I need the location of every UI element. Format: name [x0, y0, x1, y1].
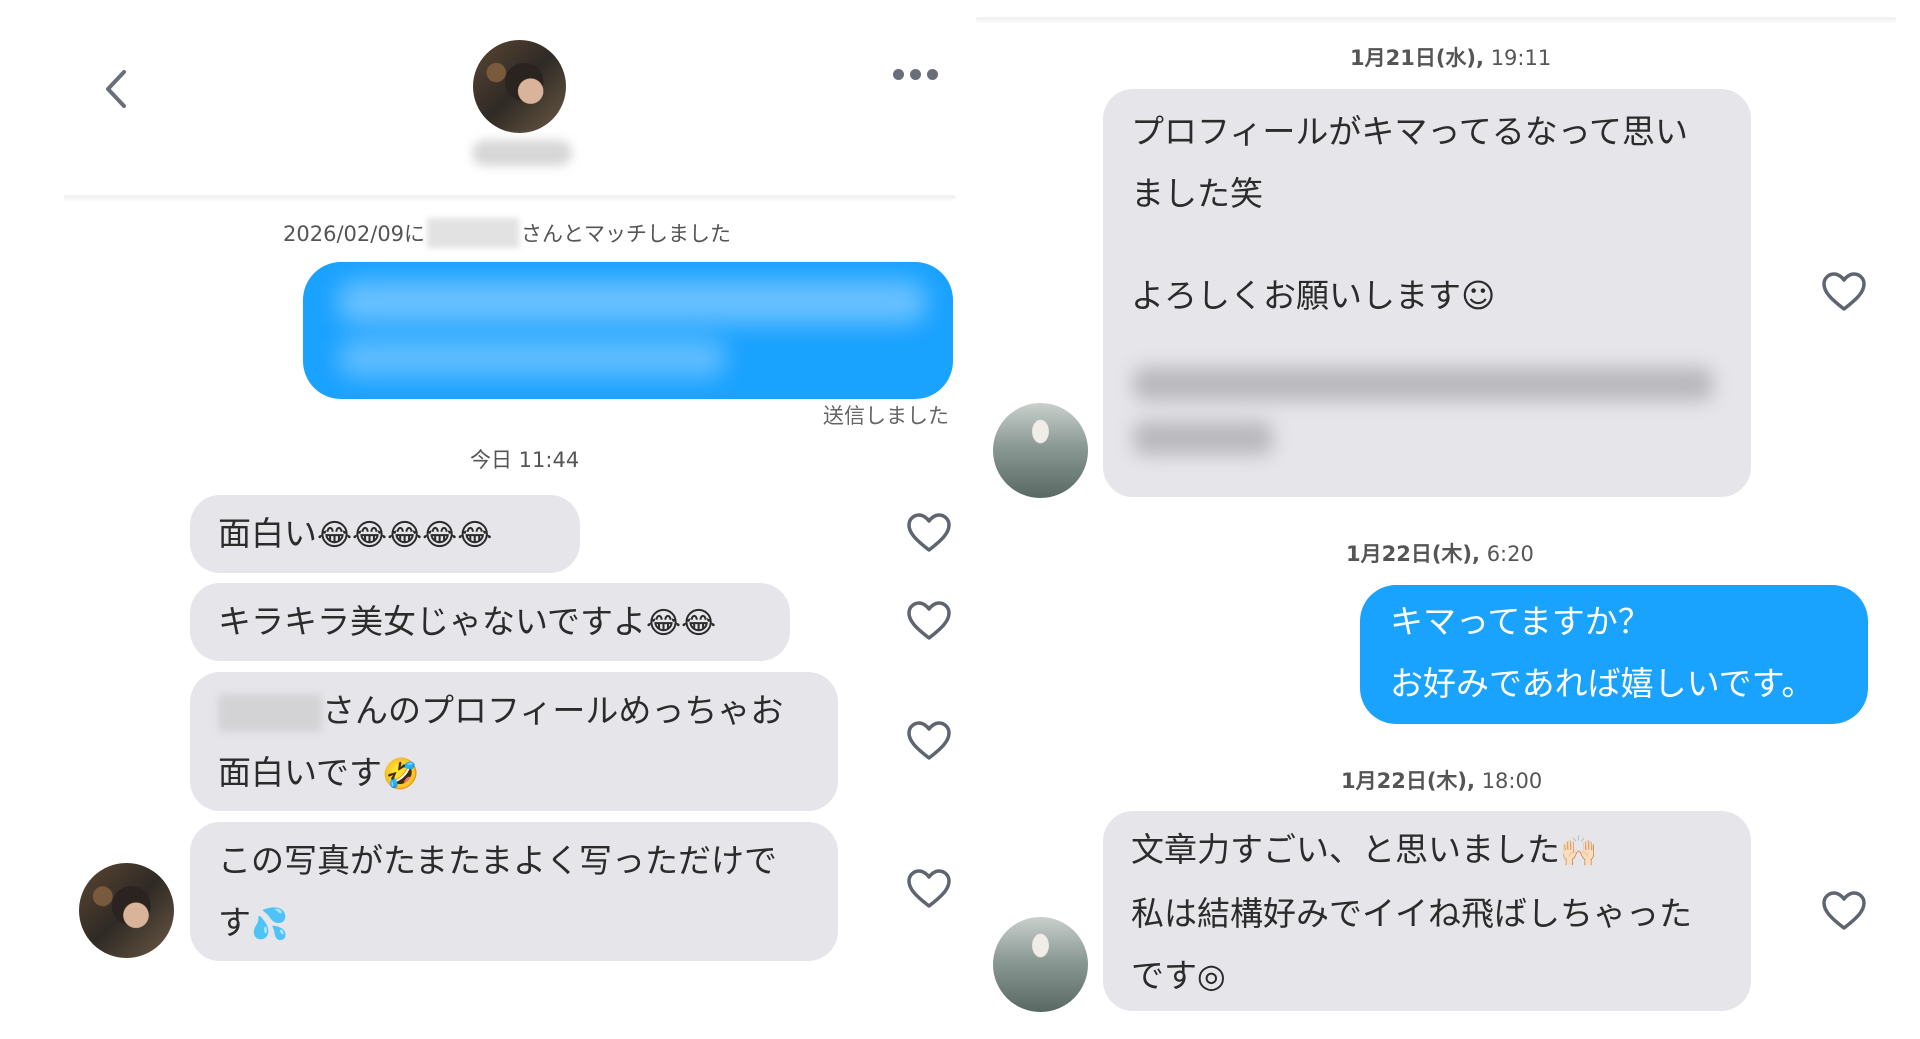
received-message[interactable]: さんのプロフィールめっちゃお 面白いです🤣 — [190, 672, 838, 811]
match-date-text: 2026/02/09に — [283, 222, 426, 246]
received-message[interactable]: プロフィールがキマってるなって思い ました笑 よろしくお願いします☺ — [1103, 89, 1751, 497]
heart-like-icon[interactable] — [906, 600, 952, 642]
sender-avatar[interactable] — [79, 863, 174, 958]
sender-avatar[interactable] — [993, 403, 1088, 498]
received-message[interactable]: この写真がたまたまよく写っただけで す💦 — [190, 822, 838, 961]
match-avatar[interactable] — [473, 40, 566, 133]
heart-like-icon[interactable] — [906, 720, 952, 762]
match-name-blurred — [472, 140, 572, 166]
sent-message-bubble-blurred[interactable] — [303, 262, 953, 399]
match-info: 2026/02/09に さんとマッチしました — [283, 218, 732, 248]
match-suffix-text: さんとマッチしました — [521, 222, 732, 246]
emoji-laughing: 😂😂😂😂😂 — [317, 518, 493, 553]
more-options-icon[interactable] — [893, 64, 943, 84]
sent-status: 送信しました — [823, 404, 949, 428]
heart-like-icon[interactable] — [906, 868, 952, 910]
emoji-raised-hands: 🙌🏻 — [1560, 834, 1598, 869]
blurred-text — [1133, 421, 1273, 455]
name-blurred — [218, 693, 322, 732]
match-name-blurred-inline — [427, 218, 520, 248]
emoji-sweat-droplets: 💦 — [251, 907, 289, 942]
chat-date-label: 1月22日(木), 6:20 — [1346, 542, 1534, 566]
chat-date-label: 今日 11:44 — [470, 448, 580, 472]
back-chevron-icon[interactable] — [100, 68, 134, 110]
sent-message-bubble[interactable]: キマってますか？ お好みであれば嬉しいです。 — [1360, 585, 1868, 724]
received-message[interactable]: 文章力すごい、と思いました🙌🏻 私は結構好みでイイね飛ばしちゃった です◎ — [1103, 811, 1751, 1011]
received-message[interactable]: キラキラ美女じゃないですよ😂😂 — [190, 583, 790, 661]
chat-date-label: 1月22日(木), 18:00 — [1341, 769, 1543, 793]
heart-like-icon[interactable] — [1821, 890, 1867, 932]
header-divider — [976, 17, 1896, 20]
blurred-text — [1133, 367, 1713, 401]
chat-date-label: 1月21日(水), 19:11 — [1350, 46, 1552, 70]
heart-like-icon[interactable] — [906, 512, 952, 554]
received-message[interactable]: 面白い😂😂😂😂😂 — [190, 495, 580, 573]
header-divider — [64, 195, 955, 198]
emoji-rofl: 🤣 — [382, 757, 420, 792]
heart-like-icon[interactable] — [1821, 271, 1867, 313]
emoji-laughing: 😂😂 — [646, 606, 717, 641]
sender-avatar[interactable] — [993, 917, 1088, 1012]
